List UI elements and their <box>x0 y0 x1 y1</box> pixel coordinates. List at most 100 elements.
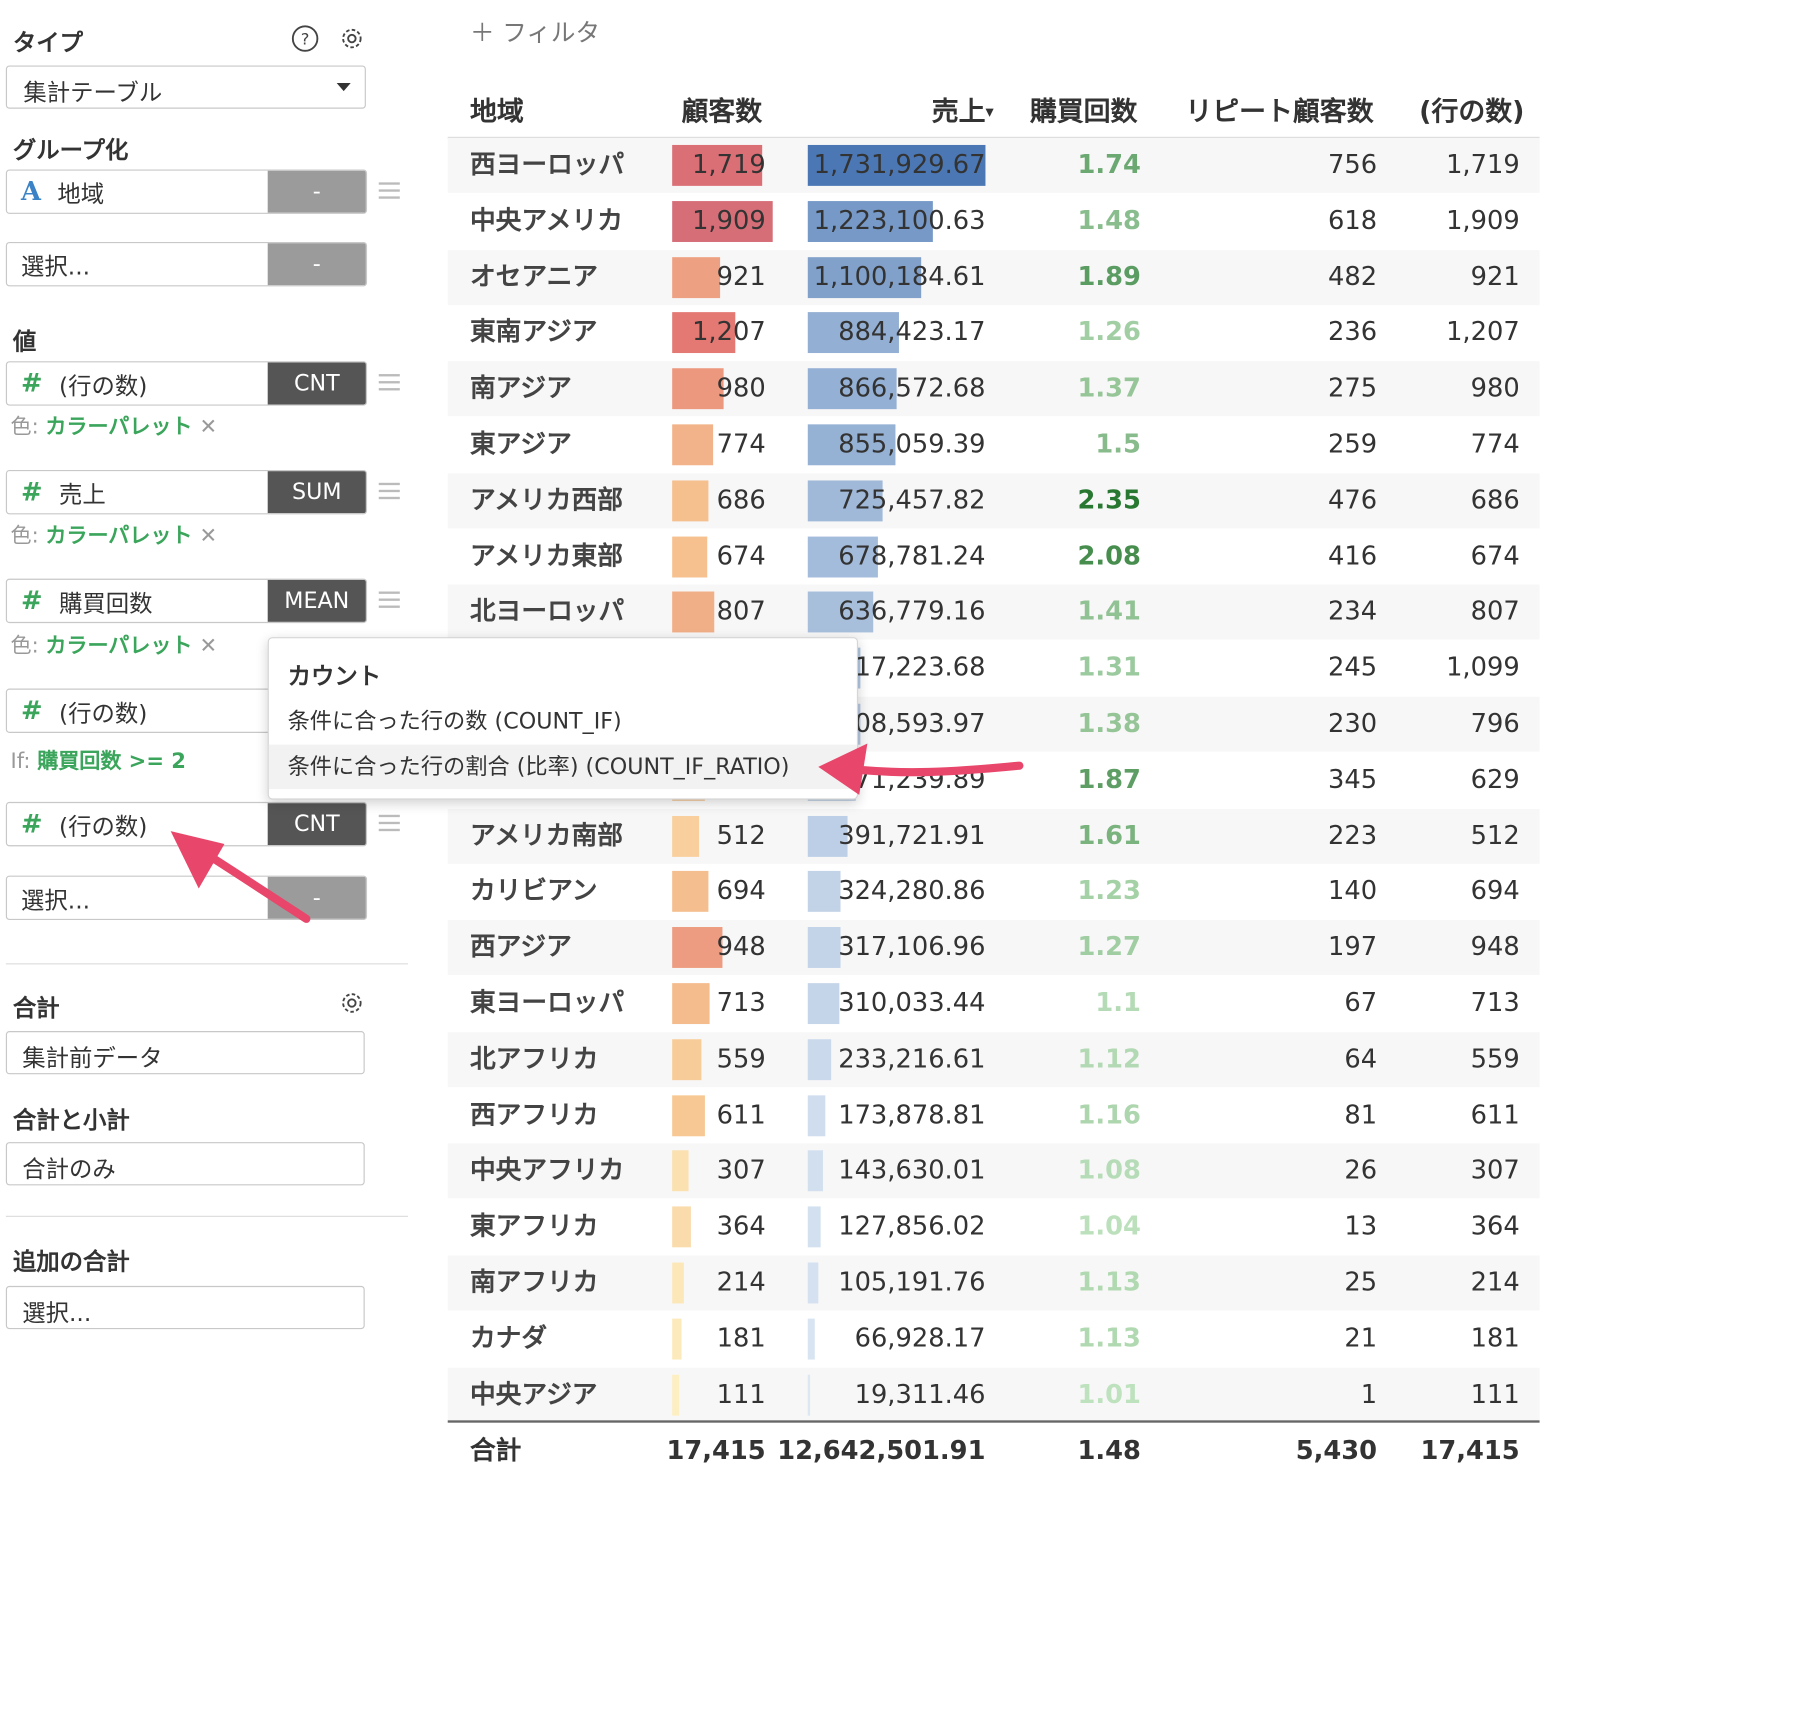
customers-cell: 214 <box>716 1268 766 1298</box>
value-agg-button[interactable]: CNT <box>267 362 366 405</box>
table-row: 北アフリカ 559 233,216.61 1.12 64 559 <box>447 1031 1540 1087</box>
customers-cell: 948 <box>716 933 766 963</box>
repeat-customers-cell: 236 <box>1327 318 1378 348</box>
header-repeat-customers[interactable]: リピート顧客数 <box>1185 89 1373 129</box>
gear-icon[interactable] <box>338 25 366 53</box>
sales-cell: 725,457.82 <box>838 486 986 516</box>
value-color-meta[interactable]: 色: カラーパレット ✕ <box>11 629 218 659</box>
menu-item-count-if[interactable]: 条件に合った行の数 (COUNT_IF) <box>269 699 857 743</box>
table-row: 西アフリカ 611 173,878.81 1.16 81 611 <box>448 1088 1540 1143</box>
svg-text:?: ? <box>301 29 310 48</box>
row-count-cell: 307 <box>1470 1156 1520 1186</box>
sales-cell: 1,100,184.61 <box>813 262 986 292</box>
value-agg-button[interactable]: SUM <box>267 471 366 514</box>
value-select-pill[interactable]: 選択... - <box>5 875 368 921</box>
drag-handle-icon[interactable] <box>378 482 400 500</box>
close-icon[interactable]: ✕ <box>199 524 217 549</box>
gear-icon[interactable] <box>338 989 366 1017</box>
group-title: グループ化 <box>12 135 129 164</box>
menu-item-count-if-ratio[interactable]: 条件に合った行の割合 (比率) (COUNT_IF_RATIO) <box>268 744 857 790</box>
group-field-agg[interactable]: - <box>267 170 366 213</box>
value-if-meta[interactable]: If: 購買回数 >= 2 <box>11 745 186 775</box>
group-field-label: 地域 <box>57 179 105 208</box>
value-pill-sales[interactable]: # 売上 SUM <box>5 469 368 515</box>
purchases-cell: 1.01 <box>1077 1380 1141 1410</box>
close-icon[interactable]: ✕ <box>199 634 217 659</box>
table-row: 西アジア 948 317,106.96 1.27 197 948 <box>447 920 1540 976</box>
customers-cell: 512 <box>716 821 766 851</box>
table-row: 東南アジア 1,207 884,423.17 1.26 236 1,207 <box>448 306 1540 361</box>
value-pill-purchases[interactable]: # 購買回数 MEAN <box>5 578 368 624</box>
drag-handle-icon[interactable] <box>378 374 400 391</box>
repeat-customers-cell: 1 <box>1360 1380 1378 1410</box>
header-customers[interactable]: 顧客数 <box>682 89 763 129</box>
repeat-customers-cell: 26 <box>1344 1156 1378 1186</box>
row-count-cell: 214 <box>1470 1268 1520 1298</box>
purchases-cell: 1.13 <box>1077 1324 1141 1354</box>
header-purchases[interactable]: 購買回数 <box>1030 89 1138 129</box>
repeat-customers-cell: 416 <box>1327 541 1378 572</box>
group-select-agg[interactable]: - <box>267 243 366 286</box>
header-row-count[interactable]: (行の数) <box>1419 89 1524 129</box>
total-select[interactable]: 集計前データ <box>5 1031 365 1075</box>
value-label: 購買回数 <box>58 588 153 617</box>
type-select[interactable]: 集計テーブル <box>5 65 366 109</box>
region-cell: 南アフリカ <box>469 1268 599 1298</box>
region-cell: 中央アジア <box>469 1380 598 1410</box>
group-field-pill[interactable]: A 地域 - <box>5 169 368 214</box>
table-row: 東アフリカ 364 127,856.02 1.04 13 364 <box>448 1200 1540 1255</box>
row-count-cell: 629 <box>1470 765 1520 795</box>
header-sales[interactable]: 売上▾ <box>932 89 994 129</box>
value-agg-button[interactable]: CNT <box>267 803 366 846</box>
purchases-cell: 1.38 <box>1077 709 1141 739</box>
group-select-pill[interactable]: 選択... - <box>5 241 368 287</box>
row-count-cell: 921 <box>1470 262 1520 292</box>
add-filter-button[interactable]: ＋ フィルタ <box>470 14 600 49</box>
purchases-cell: 1.16 <box>1077 1100 1141 1130</box>
sales-cell: 317,106.96 <box>838 933 986 963</box>
drag-handle-icon[interactable] <box>378 814 400 832</box>
group-select-label: 選択... <box>21 251 91 280</box>
row-count-cell: 1,099 <box>1446 653 1520 683</box>
repeat-customers-cell: 618 <box>1327 206 1378 236</box>
purchases-cell: 2.08 <box>1077 541 1141 572</box>
region-cell: アメリカ東部 <box>469 541 623 572</box>
customers-cell: 807 <box>716 597 766 628</box>
repeat-customers-cell: 476 <box>1327 486 1378 516</box>
repeat-customers-cell: 197 <box>1327 933 1378 963</box>
value-pill-row-count[interactable]: # (行の数) CNT <box>5 361 368 406</box>
aggregation-menu: カウント 条件に合った行の数 (COUNT_IF) 条件に合った行の割合 (比率… <box>267 637 859 800</box>
sales-cell: 678,781.24 <box>838 541 986 572</box>
value-select-agg[interactable]: - <box>267 876 366 919</box>
extra-total-select[interactable]: 選択... <box>5 1285 365 1330</box>
region-cell: 東ヨーロッパ <box>469 988 625 1019</box>
table-row: 中央アジア 111 19,311.46 1.01 1 111 <box>447 1367 1540 1423</box>
value-pill-row-count-2[interactable]: # (行の数) CNT <box>5 801 368 847</box>
customers-cell: 774 <box>716 430 766 460</box>
close-icon[interactable]: ✕ <box>199 415 217 440</box>
value-agg-button[interactable]: MEAN <box>267 579 366 622</box>
table-row: アメリカ西部 686 725,457.82 2.35 476 686 <box>447 473 1540 529</box>
row-count-cell: 694 <box>1470 877 1520 907</box>
total-purchases: 1.48 <box>1077 1436 1141 1466</box>
sales-cell: 143,630.01 <box>838 1156 986 1186</box>
row-count-cell: 512 <box>1470 821 1520 851</box>
repeat-customers-cell: 140 <box>1327 877 1378 907</box>
values-title: 値 <box>12 327 37 356</box>
header-region[interactable]: 地域 <box>470 89 524 129</box>
region-cell: 北ヨーロッパ <box>469 597 625 628</box>
drag-handle-icon[interactable] <box>378 591 400 608</box>
region-cell: オセアニア <box>469 262 599 292</box>
customers-cell: 674 <box>716 541 766 572</box>
total-sales: 12,642,501.91 <box>777 1436 986 1466</box>
drag-handle-icon[interactable] <box>378 182 400 199</box>
region-cell: カナダ <box>469 1324 548 1354</box>
customers-cell: 921 <box>716 262 766 292</box>
number-type-icon: # <box>21 696 43 726</box>
purchases-cell: 1.41 <box>1077 597 1141 628</box>
value-color-meta[interactable]: 色: カラーパレット ✕ <box>11 410 218 440</box>
region-cell: アメリカ西部 <box>469 486 623 516</box>
help-icon[interactable]: ? <box>291 25 319 53</box>
value-color-meta[interactable]: 色: カラーパレット ✕ <box>11 519 218 549</box>
subtotal-select[interactable]: 合計のみ <box>5 1142 365 1186</box>
